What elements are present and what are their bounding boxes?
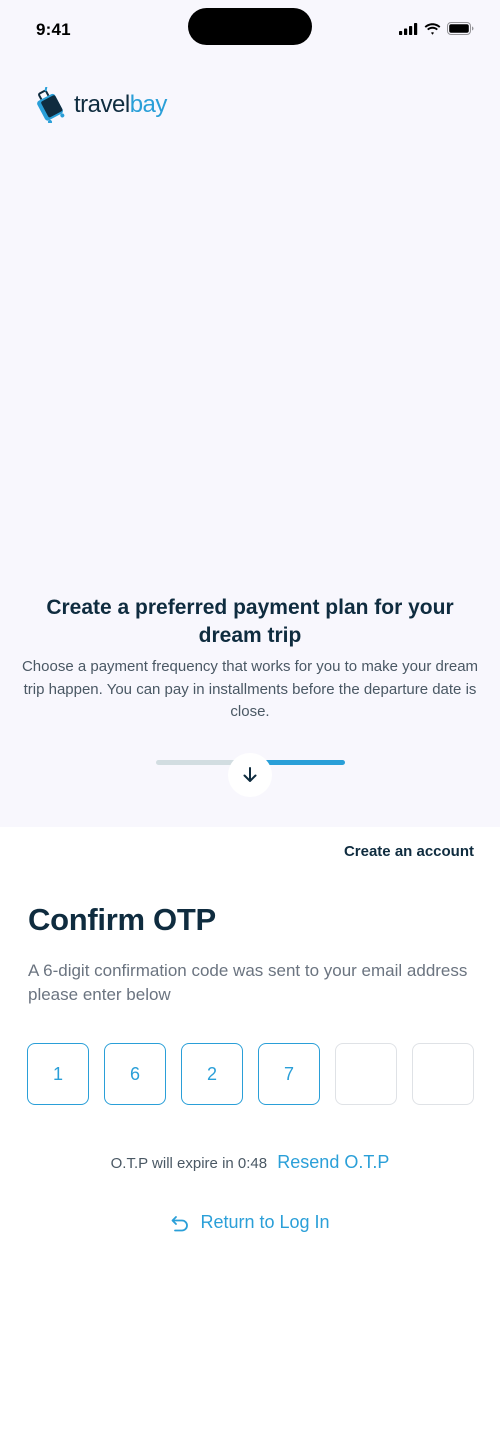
undo-arrow-icon [172, 1215, 189, 1231]
return-to-login-label: Return to Log In [200, 1212, 330, 1232]
return-to-login-link[interactable]: Return to Log In [0, 1212, 500, 1233]
otp-description: A 6-digit confirmation code was sent to … [28, 961, 468, 1004]
carousel-indicator [156, 753, 346, 803]
logo-wordmark-suffix: bay [129, 91, 168, 118]
status-bar: 9:41 [0, 0, 500, 60]
otp-input-group [27, 1043, 474, 1105]
scroll-down-button[interactable] [228, 753, 272, 797]
suitcase-icon [37, 87, 65, 123]
otp-digit-2[interactable] [104, 1043, 166, 1105]
status-time: 9:41 [36, 20, 71, 39]
hero-title: Create a preferred payment plan for your… [46, 596, 454, 647]
battery-icon [447, 22, 474, 35]
hero-section: 9:41 travelbay Create a preferred paymen… [0, 0, 500, 827]
status-icons [399, 22, 474, 35]
arrow-down-icon [243, 767, 257, 782]
otp-expire-row: O.T.P will expire in 0:48 Resend O.T.P [0, 1152, 500, 1173]
wifi-icon [424, 22, 441, 35]
otp-digit-4[interactable] [258, 1043, 320, 1105]
logo-wordmark: travelbay [74, 91, 167, 119]
otp-title: Confirm OTP [28, 902, 216, 937]
otp-digit-3[interactable] [181, 1043, 243, 1105]
otp-digit-5[interactable] [335, 1043, 397, 1105]
hero-subtitle: Choose a payment frequency that works fo… [21, 658, 479, 720]
travelbay-logo: travelbay [30, 87, 167, 123]
resend-otp-link[interactable]: Resend O.T.P [277, 1152, 389, 1172]
create-account-link[interactable]: Create an account [344, 843, 474, 860]
otp-digit-6[interactable] [412, 1043, 474, 1105]
dynamic-island [188, 8, 312, 45]
otp-expire-text: O.T.P will expire in 0:48 [110, 1155, 268, 1172]
signal-icon [399, 22, 418, 35]
logo-wordmark-prefix: travel [74, 91, 130, 118]
otp-digit-1[interactable] [27, 1043, 89, 1105]
carousel-dot-2[interactable] [258, 760, 345, 765]
